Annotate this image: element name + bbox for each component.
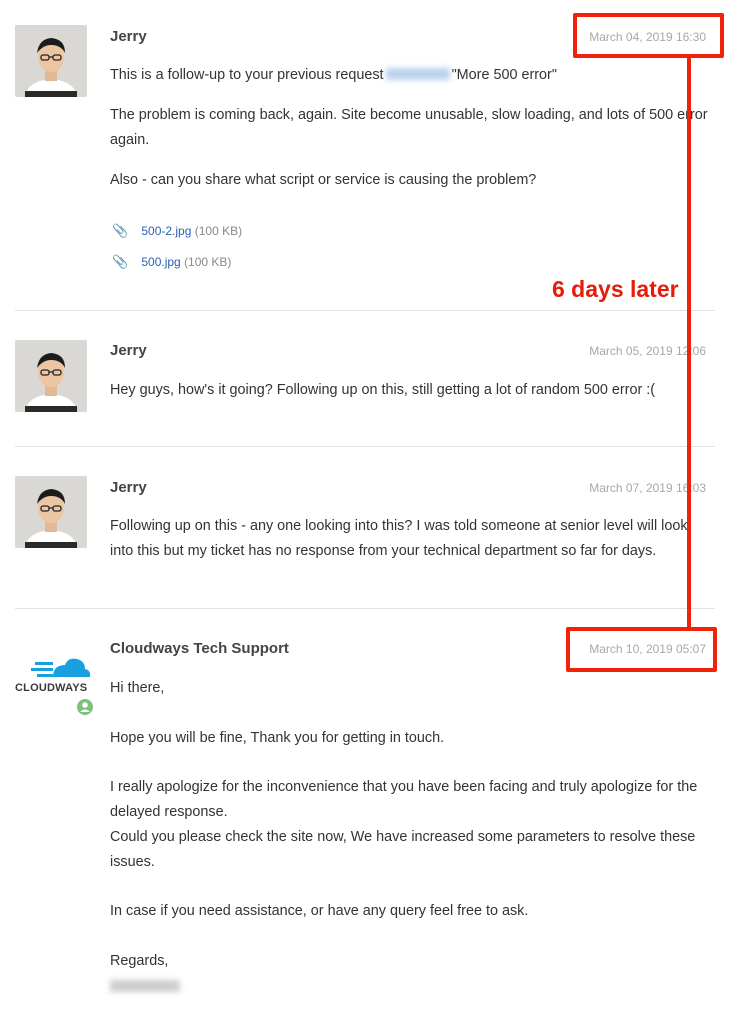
highlight-box-last-date — [566, 627, 717, 672]
agent-badge-icon — [77, 699, 93, 715]
highlight-connector-line — [687, 58, 691, 629]
message-text: This is a follow-up to your previous req… — [110, 67, 384, 83]
message-paragraph: In case if you need assistance, or have … — [110, 903, 529, 919]
attachment-size: (100 KB) — [194, 224, 243, 238]
highlight-box-first-date — [573, 13, 724, 58]
attachment-size: (100 KB) — [184, 255, 232, 269]
message-regards: Regards, — [110, 953, 169, 969]
message-body: This is a follow-up to your previous req… — [110, 63, 710, 88]
message-paragraph: Hi there, — [110, 680, 165, 696]
message-body: Following up on this - any one looking i… — [110, 518, 688, 559]
message-author: Jerry — [110, 342, 147, 359]
paperclip-icon: 📎 — [112, 254, 129, 269]
user-avatar — [15, 340, 87, 412]
attachment-link[interactable]: 500-2.jpg — [141, 224, 191, 238]
message-author: Jerry — [110, 479, 147, 496]
user-avatar — [15, 476, 87, 548]
message-paragraph: Could you please check the site now, We … — [110, 829, 696, 870]
redacted-text — [385, 68, 450, 80]
cloudways-logo-text: CLOUDWAYS — [15, 682, 88, 694]
user-avatar — [15, 25, 87, 97]
divider — [15, 310, 715, 311]
message-text: "More 500 error" — [451, 67, 557, 83]
message-author: Cloudways Tech Support — [110, 640, 289, 657]
paperclip-icon: 📎 — [112, 223, 129, 238]
message-body: Hey guys, how's it going? Following up o… — [110, 382, 656, 398]
attachment-item: 📎 500-2.jpg (100 KB) — [112, 223, 242, 239]
message-paragraph: The problem is coming back, again. Site … — [110, 107, 708, 148]
annotation-label: 6 days later — [552, 276, 679, 302]
message-author: Jerry — [110, 28, 147, 45]
attachment-link[interactable]: 500.jpg — [141, 255, 180, 269]
message-paragraph: I really apologize for the inconvenience… — [110, 779, 698, 820]
message-paragraph: Also - can you share what script or serv… — [110, 172, 537, 188]
redacted-signature — [110, 980, 180, 992]
divider — [15, 608, 715, 609]
message-paragraph: Hope you will be fine, Thank you for get… — [110, 730, 445, 746]
attachment-item: 📎 500.jpg (100 KB) — [112, 254, 231, 270]
divider — [15, 446, 715, 447]
